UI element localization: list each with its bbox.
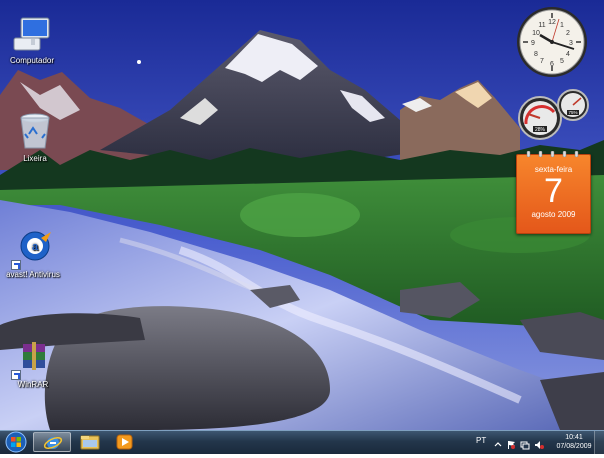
internet-explorer-icon [43, 436, 63, 450]
taskbar: PT 10:41 07/08/2009 [0, 430, 604, 454]
taskbar-windows-explorer-button[interactable] [71, 432, 109, 452]
desktop-icon-label: Computador [9, 56, 55, 65]
computer-icon [12, 14, 52, 54]
svg-text:2: 2 [566, 30, 570, 37]
media-player-icon [116, 434, 133, 450]
recycle-bin-icon [15, 112, 55, 152]
shortcut-arrow-icon [11, 260, 21, 270]
svg-text:1: 1 [560, 22, 564, 29]
desktop-icon-winrar[interactable]: WinRAR [2, 338, 64, 390]
desktop-icon-label: WinRAR [17, 380, 49, 389]
taskbar-media-player-button[interactable] [106, 432, 144, 452]
svg-text:6: 6 [550, 61, 554, 68]
desktop-icon-recycle-bin[interactable]: Lixeira [4, 112, 66, 164]
calendar-day: 7 [544, 172, 563, 210]
svg-text:7: 7 [540, 58, 544, 65]
svg-text:10: 10 [532, 30, 540, 37]
winrar-icon [11, 338, 53, 380]
taskbar-internet-explorer-button[interactable] [33, 432, 71, 452]
svg-text:5: 5 [560, 58, 564, 65]
calendar-rings-icon [526, 151, 579, 157]
calendar-month: agosto 2009 [531, 210, 576, 219]
memory-percent-text: 75% [568, 110, 577, 115]
svg-text:8: 8 [534, 51, 538, 58]
windows-explorer-icon [80, 435, 100, 450]
svg-text:12: 12 [548, 19, 556, 26]
shortcut-arrow-icon [11, 370, 21, 380]
avast-icon: a [11, 228, 53, 270]
network-icon[interactable] [520, 437, 530, 450]
action-center-flag-icon[interactable] [506, 437, 516, 449]
system-clock[interactable]: 10:41 07/08/2009 [556, 433, 592, 451]
show-hidden-icons-chevron-icon[interactable] [493, 437, 503, 447]
cpu-meter-gadget[interactable]: 28% 75% [516, 88, 592, 140]
svg-text:3: 3 [569, 40, 573, 47]
desktop-icon-label: Lixeira [23, 154, 47, 163]
language-indicator[interactable]: PT [476, 436, 486, 445]
tray-time-text: 10:41 [565, 434, 583, 441]
desktop-wallpaper [0, 0, 604, 430]
desktop-icon-avast[interactable]: a avast! Antivirus [2, 228, 64, 280]
tray-date-text: 07/08/2009 [556, 443, 592, 450]
svg-text:4: 4 [566, 51, 570, 58]
calendar-gadget[interactable]: sexta-feira 7 agosto 2009 [516, 151, 591, 234]
desktop-icon-label: avast! Antivirus [6, 270, 60, 279]
cpu-percent-text: 28% [535, 127, 546, 133]
desktop-icon-computer[interactable]: Computador [1, 14, 63, 66]
svg-text:a: a [32, 241, 39, 253]
show-desktop-button[interactable] [594, 431, 604, 454]
start-button[interactable] [2, 431, 30, 453]
svg-text:9: 9 [531, 40, 535, 47]
svg-text:11: 11 [538, 22, 545, 29]
volume-muted-icon[interactable] [534, 437, 544, 449]
clock-gadget[interactable]: 12 3 6 9 12 45 78 10 11 [515, 5, 589, 79]
